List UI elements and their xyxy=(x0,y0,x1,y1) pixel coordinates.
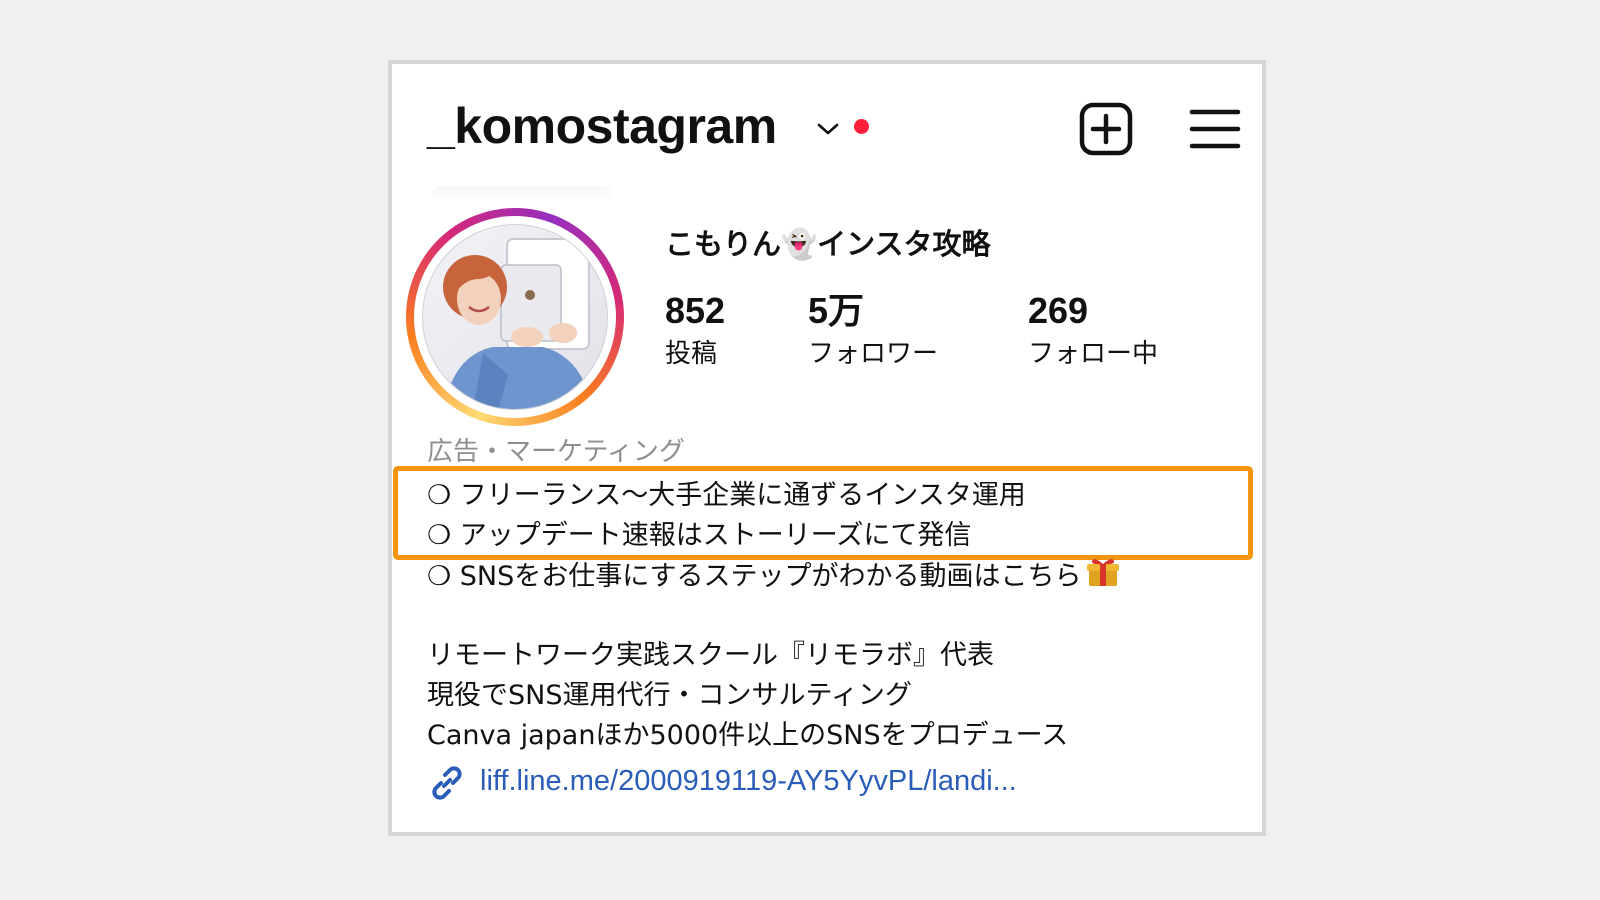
following-label: フォロー中 xyxy=(1028,339,1159,369)
bio-line: Canva japanほか5000件以上のSNSをプロデュース xyxy=(427,720,1069,751)
plus-square-icon[interactable] xyxy=(1079,102,1133,156)
bio-line-text: ❍ SNSをお仕事にするステップがわかる動画はこちら xyxy=(427,561,1082,592)
link-icon xyxy=(432,766,462,800)
notification-dot xyxy=(854,119,869,134)
following-count: 269 xyxy=(1028,290,1089,331)
bio-line: ❍ フリーランス〜大手企業に通ずるインスタ運用 xyxy=(427,480,1026,511)
profile-category: 広告・マーケティング xyxy=(427,437,685,462)
followers-stat[interactable]: 5万 フォロワー xyxy=(808,288,938,374)
profile-username[interactable]: _komostagram xyxy=(427,94,777,158)
profile-link-text[interactable]: liff.line.me/2000919119-AY5YyvPL/landi..… xyxy=(480,759,1017,803)
story-tab-hint xyxy=(432,186,612,202)
posts-count: 852 xyxy=(665,290,726,331)
posts-stat[interactable]: 852 投稿 xyxy=(665,288,725,374)
following-stat[interactable]: 269 フォロー中 xyxy=(1028,288,1158,374)
posts-label: 投稿 xyxy=(665,339,718,369)
bio-line: ❍ アップデート速報はストーリーズにて発信 xyxy=(427,520,972,551)
profile-screenshot-frame: _komostagram こもりん👻インスタ攻略 852 投稿 5万 フォロワー… xyxy=(388,60,1266,836)
bio-line: リモートワーク実践スクール『リモラボ』代表 xyxy=(427,640,994,671)
avatar-ring-gap xyxy=(414,216,616,418)
gift-icon xyxy=(1086,559,1119,586)
profile-display-name: こもりん👻インスタ攻略 xyxy=(665,227,991,261)
followers-label: フォロワー xyxy=(808,339,939,369)
hamburger-menu-icon[interactable] xyxy=(1188,102,1242,156)
bio-line: 現役でSNS運用代行・コンサルティング xyxy=(427,680,912,711)
avatar-illustration xyxy=(443,238,593,409)
bio-line-with-gift: ❍ SNSをお仕事にするステップがわかる動画はこちら xyxy=(427,556,1120,597)
followers-count: 5万 xyxy=(808,290,865,331)
chevron-down-icon[interactable] xyxy=(816,122,840,136)
avatar[interactable] xyxy=(422,224,608,410)
avatar-story-ring[interactable] xyxy=(406,208,624,426)
